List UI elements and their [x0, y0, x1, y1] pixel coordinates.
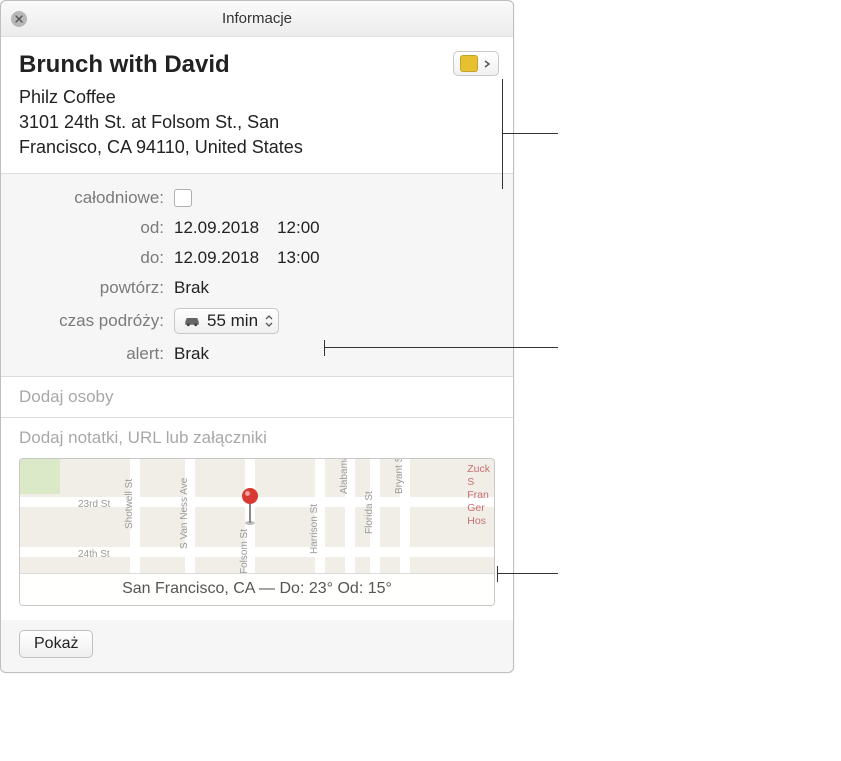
street-label: Harrison St: [309, 504, 320, 554]
event-header: Brunch with David Philz Coffee 3101 24th…: [1, 37, 513, 174]
map-footer: San Francisco, CA — Do: 23° Od: 15°: [20, 573, 494, 605]
street-label: Bryant St: [394, 458, 405, 494]
street-label: 24th St: [78, 549, 110, 560]
travel-time-select[interactable]: 55 min: [174, 308, 279, 334]
callout-line: [503, 133, 558, 134]
window-footer: Pokaż: [1, 620, 513, 672]
notes-section: Dodaj notatki, URL lub załączniki 23rd S…: [1, 418, 513, 620]
street-label: Florida St: [364, 491, 375, 534]
location-line: 3101 24th St. at Folsom St., San: [19, 112, 279, 132]
titlebar: Informacje: [1, 1, 513, 37]
to-label: do:: [19, 248, 174, 268]
street-label: 23rd St: [78, 499, 110, 510]
event-info-window: Informacje Brunch with David Philz Coffe…: [0, 0, 514, 673]
repeat-value[interactable]: Brak: [174, 278, 209, 298]
from-label: od:: [19, 218, 174, 238]
travel-time-value: 55 min: [207, 311, 258, 331]
event-location[interactable]: Philz Coffee 3101 24th St. at Folsom St.…: [19, 85, 399, 161]
allday-checkbox[interactable]: [174, 189, 192, 207]
from-date[interactable]: 12.09.2018: [174, 218, 259, 238]
callout-line: [498, 573, 558, 574]
event-title[interactable]: Brunch with David: [19, 51, 495, 79]
row-to: do: 12.09.2018 13:00: [19, 248, 495, 268]
invitees-placeholder: Dodaj osoby: [19, 387, 114, 406]
location-map[interactable]: 23rd St 24th St Shotwell St S Van Ness A…: [19, 458, 495, 606]
location-line: Philz Coffee: [19, 87, 116, 107]
close-button[interactable]: [11, 11, 27, 27]
street-label: Alabama St: [339, 458, 350, 494]
allday-label: całodniowe:: [19, 188, 174, 208]
map-poi-hospital: ZuckSFranGerHos: [467, 463, 490, 529]
street-label: Shotwell St: [124, 479, 135, 529]
alert-value[interactable]: Brak: [174, 344, 209, 364]
to-time[interactable]: 13:00: [277, 248, 320, 268]
row-travel: czas podróży: 55 min: [19, 308, 495, 334]
map-pin-icon: [238, 487, 262, 527]
show-button[interactable]: Pokaż: [19, 630, 93, 658]
row-allday: całodniowe:: [19, 188, 495, 208]
notes-placeholder[interactable]: Dodaj notatki, URL lub załączniki: [19, 428, 495, 448]
alert-label: alert:: [19, 344, 174, 364]
location-line: Francisco, CA 94110, United States: [19, 137, 303, 157]
close-icon: [15, 15, 23, 23]
street-label: Folsom St: [239, 529, 250, 574]
row-from: od: 12.09.2018 12:00: [19, 218, 495, 238]
street-label: S Van Ness Ave: [179, 477, 190, 548]
calendar-color-swatch: [460, 55, 478, 72]
travel-label: czas podróży:: [19, 311, 174, 331]
row-repeat: powtórz: Brak: [19, 278, 495, 298]
to-date[interactable]: 12.09.2018: [174, 248, 259, 268]
chevron-down-icon: [482, 59, 492, 69]
stepper-icon: [264, 314, 274, 328]
window-title: Informacje: [222, 10, 292, 27]
callout-line: [325, 347, 558, 348]
calendar-picker[interactable]: [453, 51, 499, 76]
repeat-label: powtórz:: [19, 278, 174, 298]
car-icon: [183, 314, 201, 328]
map-footer-text: San Francisco, CA — Do: 23° Od: 15°: [122, 580, 392, 598]
from-time[interactable]: 12:00: [277, 218, 320, 238]
invitees-section[interactable]: Dodaj osoby: [1, 377, 513, 418]
